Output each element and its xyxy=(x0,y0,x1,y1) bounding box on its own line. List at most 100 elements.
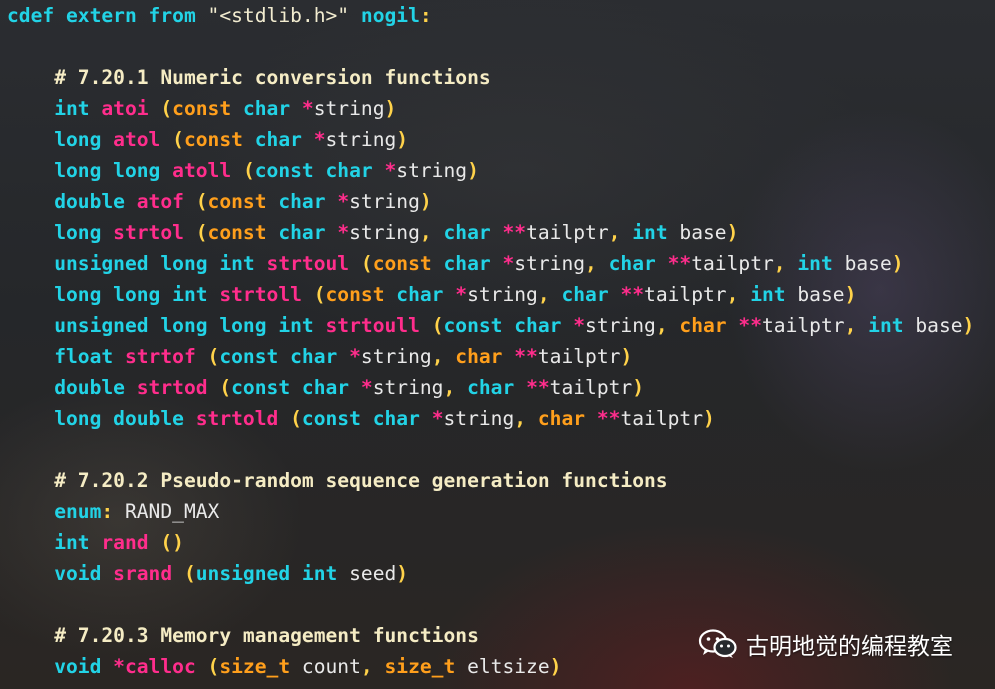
code-line: # 7.20.2 Pseudo-random sequence generati… xyxy=(7,465,974,496)
code-token-id xyxy=(184,190,196,213)
code-token-pn: , xyxy=(726,283,751,306)
code-token-mod: size_t xyxy=(219,655,302,678)
code-token-kw: int xyxy=(868,314,916,337)
code-token-pn: ) xyxy=(844,283,857,306)
code-line: int rand () xyxy=(7,527,974,558)
code-token-kw: long xyxy=(54,221,114,244)
code-token-pn: ( xyxy=(172,128,184,151)
code-token-op: ** xyxy=(526,376,550,399)
code-token-kw: char xyxy=(278,190,338,213)
code-line: int atoi (const char *string) xyxy=(7,93,974,124)
code-token-pn: ) xyxy=(384,97,397,120)
code-token-op: ** xyxy=(502,221,527,244)
code-token-fn: atoll xyxy=(172,159,232,182)
code-token-kw: char xyxy=(443,252,503,275)
code-token-op: * xyxy=(455,283,468,306)
code-token-fn: strtoll xyxy=(219,283,302,306)
code-token-pn: , xyxy=(844,314,869,337)
code-token-fn: strtod xyxy=(136,376,208,399)
code-token-id: base xyxy=(915,314,963,337)
code-token-pn: ) xyxy=(396,128,409,151)
code-token-op: * xyxy=(431,407,444,430)
code-token-id: string xyxy=(349,190,420,213)
watermark-text: 古明地觉的编程教室 xyxy=(746,634,953,660)
code-token-op: * xyxy=(360,376,373,399)
code-token-id xyxy=(7,97,54,120)
code-token-kw: void xyxy=(54,562,114,585)
code-token-pn: ( xyxy=(290,407,302,430)
code-token-kw: unsigned int xyxy=(195,562,350,585)
code-token-pn: ) xyxy=(726,221,739,244)
code-line: # 7.20.1 Numeric conversion functions xyxy=(7,62,974,93)
code-token-pn: , xyxy=(537,283,562,306)
code-token-pn: , xyxy=(360,655,385,678)
code-token-kw: const char xyxy=(301,407,432,430)
code-token-id xyxy=(420,314,432,337)
code-token-mod: char xyxy=(537,407,597,430)
code-token-id xyxy=(7,624,54,647)
code-line: long strtol (const char *string, char **… xyxy=(7,217,974,248)
code-token-op: * xyxy=(313,128,326,151)
code-token-kw: char xyxy=(242,97,302,120)
code-token-kw: float xyxy=(54,345,125,368)
code-token-pn: ) xyxy=(467,159,479,182)
code-token-mod: char xyxy=(455,345,515,368)
code-token-kw: char xyxy=(608,252,668,275)
code-token-pn: , xyxy=(773,252,798,275)
code-token-op: * xyxy=(301,97,314,120)
code-token-pn: ( xyxy=(431,314,444,337)
code-token-pn: ) xyxy=(396,562,409,585)
code-token-id xyxy=(7,562,54,585)
code-token-pn: , xyxy=(608,221,633,244)
code-token-id: string xyxy=(313,97,385,120)
code-token-pn: , xyxy=(431,345,456,368)
code-token-cm: # 7.20.1 Numeric conversion functions xyxy=(54,66,491,89)
code-token-id: string xyxy=(585,314,656,337)
code-token-mod: const xyxy=(183,128,255,151)
code-line: long long atoll (const char *string) xyxy=(7,155,974,186)
code-token-id: string xyxy=(443,407,515,430)
code-token-pn: ( xyxy=(219,376,232,399)
code-token-kw: const char xyxy=(219,345,350,368)
code-token-id: base xyxy=(679,221,727,244)
code-token-id: string xyxy=(514,252,586,275)
code-token-mod: size_t xyxy=(384,655,468,678)
code-token-kw: int xyxy=(750,283,798,306)
code-token-id xyxy=(7,190,54,213)
code-editor[interactable]: cdef extern from "<stdlib.h>" nogil: # 7… xyxy=(7,0,974,682)
code-token-op: ** xyxy=(596,407,621,430)
code-line: long atol (const char *string) xyxy=(7,124,974,155)
code-token-id xyxy=(7,469,54,492)
code-token-id: string xyxy=(349,221,420,244)
code-token-pn: ) xyxy=(962,314,975,337)
wechat-icon xyxy=(698,629,737,658)
code-token-pn: , xyxy=(585,252,609,275)
code-token-kw: char xyxy=(278,221,338,244)
code-token-kw: char xyxy=(467,376,527,399)
watermark: 古明地觉的编程教室 xyxy=(698,626,953,662)
code-token-op: ** xyxy=(620,283,645,306)
code-token-kw: int xyxy=(54,531,102,554)
code-token-pn: ( xyxy=(183,562,196,585)
code-token-id: tailptr xyxy=(762,314,845,337)
code-token-kw: double xyxy=(54,190,137,213)
code-token-id: seed xyxy=(349,562,397,585)
code-token-pn: ( xyxy=(160,97,173,120)
code-token-fn: strtof xyxy=(124,345,196,368)
code-token-fn: strtol xyxy=(113,221,184,244)
code-token-op: * xyxy=(502,252,515,275)
code-token-kw: int xyxy=(797,252,845,275)
code-token-pn: , xyxy=(655,314,680,337)
code-token-id xyxy=(7,500,54,523)
code-token-kw: long xyxy=(54,128,114,151)
code-line: enum: RAND_MAX xyxy=(7,496,974,527)
code-token-id xyxy=(7,314,54,337)
code-token-op: * xyxy=(349,345,361,368)
code-token-kw: char xyxy=(254,128,314,151)
code-token-id xyxy=(7,66,54,89)
code-token-id: eltsize xyxy=(467,655,550,678)
code-token-id: RAND_MAX xyxy=(113,500,220,523)
code-line: double atof (const char *string) xyxy=(7,186,974,217)
code-token-id xyxy=(7,531,54,554)
code-token-id xyxy=(160,128,172,151)
